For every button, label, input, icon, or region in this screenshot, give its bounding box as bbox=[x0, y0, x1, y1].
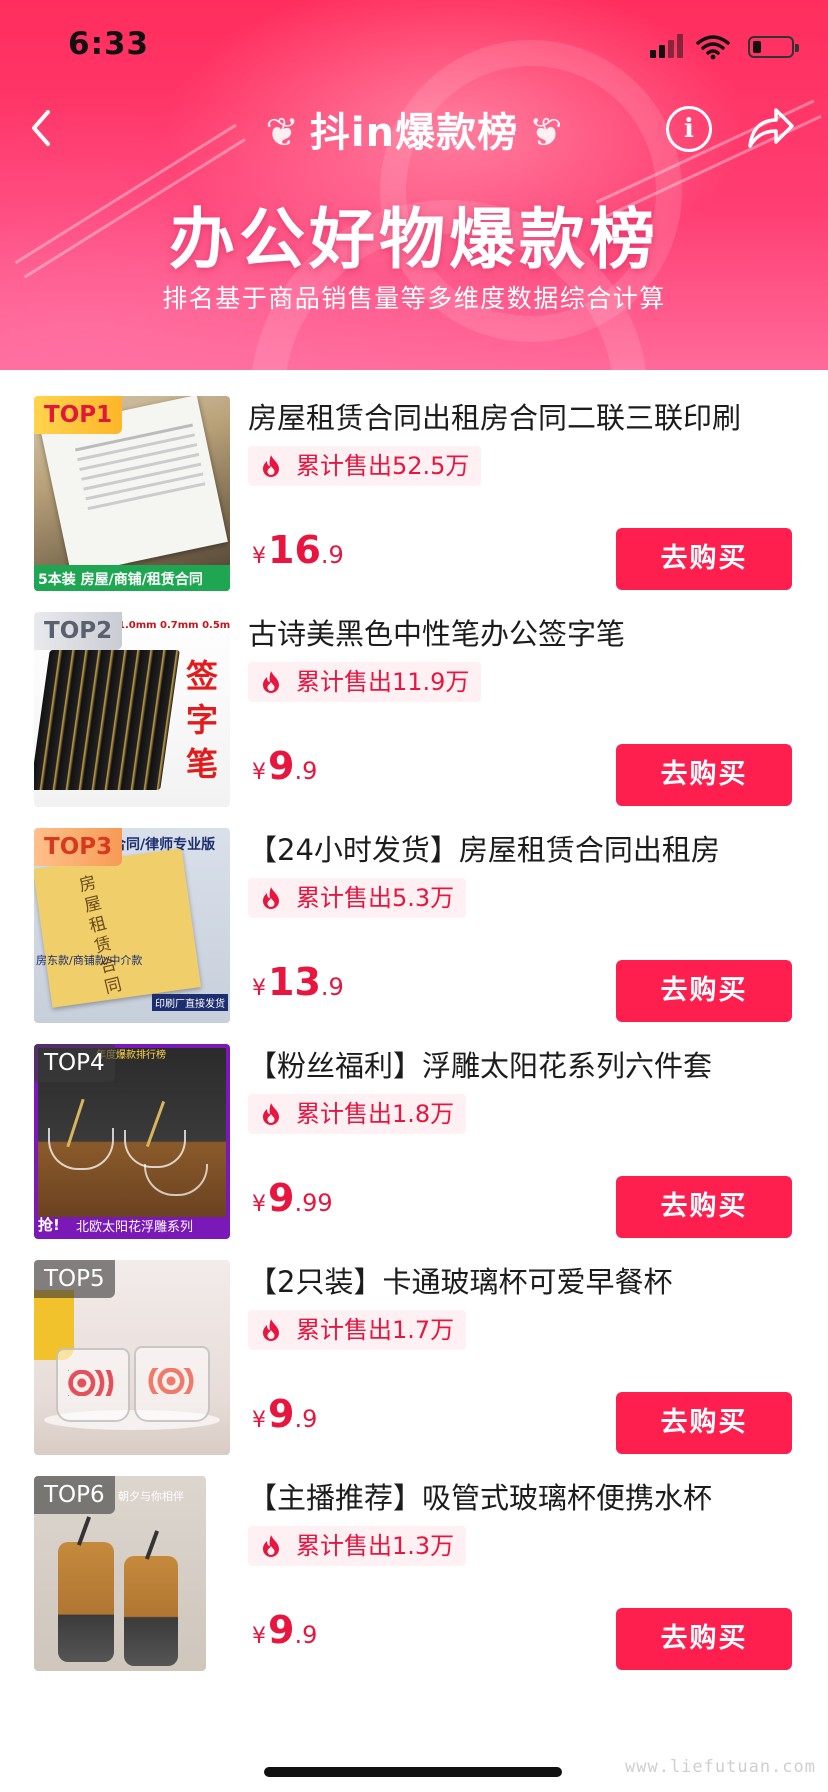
sales-count-text: 累计售出11.9万 bbox=[296, 668, 470, 696]
product-name[interactable]: 【粉丝福利】浮雕太阳花系列六件套 bbox=[248, 1044, 808, 1088]
sales-count-text: 累计售出1.8万 bbox=[296, 1100, 455, 1128]
price-decimal: .9 bbox=[294, 1621, 318, 1649]
product-thumbnail[interactable]: 房屋租赁合同 合同/律师专业版 房东款/商铺款/中介款 印刷厂直接发货 TOP3 bbox=[34, 828, 230, 1023]
product-item[interactable]: TOP5 【2只装】卡通玻璃杯可爱早餐杯 累计售出1.7万 ¥9.9 去购买 bbox=[0, 1234, 828, 1481]
product-price: ¥13.9 bbox=[252, 952, 344, 1012]
product-name[interactable]: 房屋租赁合同出租房合同二联三联印刷 bbox=[248, 396, 808, 440]
thumbnail-side-text: 房东款/商铺款/中介款 bbox=[36, 954, 143, 967]
product-item[interactable]: 房屋租赁合同 合同/律师专业版 房东款/商铺款/中介款 印刷厂直接发货 TOP3… bbox=[0, 802, 828, 1049]
sales-count-badge: 累计售出1.8万 bbox=[248, 1094, 467, 1134]
price-decimal: .99 bbox=[294, 1189, 333, 1217]
battery-icon bbox=[748, 36, 799, 58]
price-decimal: .9 bbox=[294, 1405, 318, 1433]
product-thumbnail[interactable]: 年度爆款排行榜 抢! 北欧太阳花浮雕系列 TOP4 bbox=[34, 1044, 230, 1239]
sales-count-badge: 累计售出52.5万 bbox=[248, 446, 482, 486]
share-icon bbox=[748, 108, 794, 148]
page-subtitle: 排名基于商品销售量等多维度数据综合计算 bbox=[162, 284, 666, 313]
price-currency: ¥ bbox=[252, 1408, 266, 1433]
price-integer: 16 bbox=[268, 528, 321, 572]
product-item[interactable]: 5本装 房屋/商铺/租赁合同 TOP1 房屋租赁合同出租房合同二联三联印刷 累计… bbox=[0, 370, 828, 617]
product-thumbnail[interactable]: 1.0mm 0.7mm 0.5mm 签字笔 TOP2 bbox=[34, 612, 230, 807]
thumbnail-caption: 北欧太阳花浮雕系列 bbox=[76, 1220, 194, 1235]
cellular-signal-icon bbox=[650, 34, 684, 60]
product-price: ¥9.9 bbox=[252, 1384, 317, 1444]
price-decimal: .9 bbox=[320, 541, 344, 569]
buy-button[interactable]: 去购买 bbox=[616, 528, 792, 590]
price-decimal: .9 bbox=[294, 757, 318, 785]
sales-count-badge: 累计售出11.9万 bbox=[248, 662, 482, 702]
rank-badge: TOP4 bbox=[34, 1044, 115, 1082]
price-currency: ¥ bbox=[252, 976, 266, 1001]
price-integer: 13 bbox=[268, 960, 321, 1004]
fire-icon bbox=[263, 887, 279, 909]
thumbnail-caption: 签字笔 bbox=[186, 657, 219, 783]
sales-count-badge: 累计售出1.3万 bbox=[248, 1526, 467, 1566]
product-thumbnail[interactable]: TOP5 bbox=[34, 1260, 230, 1455]
product-item[interactable]: 1.0mm 0.7mm 0.5mm 签字笔 TOP2 古诗美黑色中性笔办公签字笔… bbox=[0, 586, 828, 833]
price-integer: 9 bbox=[268, 1392, 295, 1436]
buy-button[interactable]: 去购买 bbox=[616, 1608, 792, 1670]
info-icon: i bbox=[684, 114, 694, 144]
status-icons bbox=[644, 34, 799, 60]
product-name[interactable]: 古诗美黑色中性笔办公签字笔 bbox=[248, 612, 808, 656]
product-price: ¥9.9 bbox=[252, 736, 317, 796]
price-integer: 9 bbox=[268, 1608, 295, 1652]
fire-icon bbox=[263, 455, 279, 477]
rank-badge: TOP6 bbox=[34, 1476, 115, 1514]
page-title: 办公好物爆款榜 bbox=[169, 201, 659, 278]
fire-icon bbox=[263, 1103, 279, 1125]
home-indicator[interactable] bbox=[264, 1767, 562, 1777]
thumbnail-caption: 合同/律师专业版 bbox=[112, 837, 216, 853]
product-item[interactable]: 年度爆款排行榜 抢! 北欧太阳花浮雕系列 TOP4 【粉丝福利】浮雕太阳花系列六… bbox=[0, 1018, 828, 1265]
product-price: ¥9.99 bbox=[252, 1168, 333, 1228]
product-item[interactable]: 朝夕与你相伴 TOP6 【主播推荐】吸管式玻璃杯便携水杯 累计售出1.3万 ¥9… bbox=[0, 1450, 828, 1697]
product-price: ¥9.9 bbox=[252, 1600, 317, 1660]
price-integer: 9 bbox=[268, 1176, 295, 1220]
product-name[interactable]: 【主播推荐】吸管式玻璃杯便携水杯 bbox=[248, 1476, 808, 1520]
product-thumbnail[interactable]: 5本装 房屋/商铺/租赁合同 TOP1 bbox=[34, 396, 230, 591]
thumbnail-tag: 抢! bbox=[38, 1216, 60, 1234]
sales-count-badge: 累计售出1.7万 bbox=[248, 1310, 467, 1350]
sales-count-text: 累计售出1.7万 bbox=[296, 1316, 455, 1344]
brand-text: 抖in爆款榜 bbox=[309, 110, 519, 156]
product-thumbnail[interactable]: 朝夕与你相伴 TOP6 bbox=[34, 1476, 206, 1671]
fire-icon bbox=[263, 1535, 279, 1557]
share-button[interactable] bbox=[746, 104, 796, 152]
buy-button[interactable]: 去购买 bbox=[616, 1176, 792, 1238]
buy-button[interactable]: 去购买 bbox=[616, 960, 792, 1022]
price-currency: ¥ bbox=[252, 760, 266, 785]
thumbnail-pens bbox=[34, 650, 180, 790]
product-name[interactable]: 【2只装】卡通玻璃杯可爱早餐杯 bbox=[248, 1260, 808, 1304]
wifi-icon bbox=[696, 35, 730, 60]
ranking-header: 6:33 ❦ 抖in爆款榜 ❦ i 办公好物爆款榜 排名基于商品销售量等多维度数据综… bbox=[0, 0, 828, 370]
laurel-icon: ❦ bbox=[528, 110, 563, 156]
laurel-icon: ❦ bbox=[265, 110, 300, 156]
thumbnail-top-text: 朝夕与你相伴 bbox=[118, 1490, 184, 1503]
price-currency: ¥ bbox=[252, 1192, 266, 1217]
sales-count-text: 累计售出1.3万 bbox=[296, 1532, 455, 1560]
thumbnail-pen-sizes: 1.0mm 0.7mm 0.5mm bbox=[118, 620, 230, 631]
buy-button[interactable]: 去购买 bbox=[616, 1392, 792, 1454]
rank-badge: TOP5 bbox=[34, 1260, 115, 1298]
fire-icon bbox=[263, 671, 279, 693]
product-price: ¥16.9 bbox=[252, 520, 344, 580]
fire-icon bbox=[263, 1319, 279, 1341]
product-name[interactable]: 【24小时发货】房屋租赁合同出租房 bbox=[248, 828, 808, 872]
watermark: www.liefutuan.com bbox=[625, 1757, 816, 1777]
status-time: 6:33 bbox=[68, 26, 150, 62]
rank-badge: TOP1 bbox=[34, 396, 123, 434]
sales-count-text: 累计售出5.3万 bbox=[296, 884, 455, 912]
sales-count-badge: 累计售出5.3万 bbox=[248, 878, 467, 918]
sales-count-text: 累计售出52.5万 bbox=[296, 452, 470, 480]
thumbnail-foot-text: 印刷厂直接发货 bbox=[152, 994, 228, 1011]
price-currency: ¥ bbox=[252, 544, 266, 569]
buy-button[interactable]: 去购买 bbox=[616, 744, 792, 806]
rank-badge: TOP2 bbox=[34, 612, 123, 650]
price-integer: 9 bbox=[268, 744, 295, 788]
price-currency: ¥ bbox=[252, 1624, 266, 1649]
info-button[interactable]: i bbox=[666, 106, 712, 152]
price-decimal: .9 bbox=[320, 973, 344, 1001]
rank-badge: TOP3 bbox=[34, 828, 123, 866]
